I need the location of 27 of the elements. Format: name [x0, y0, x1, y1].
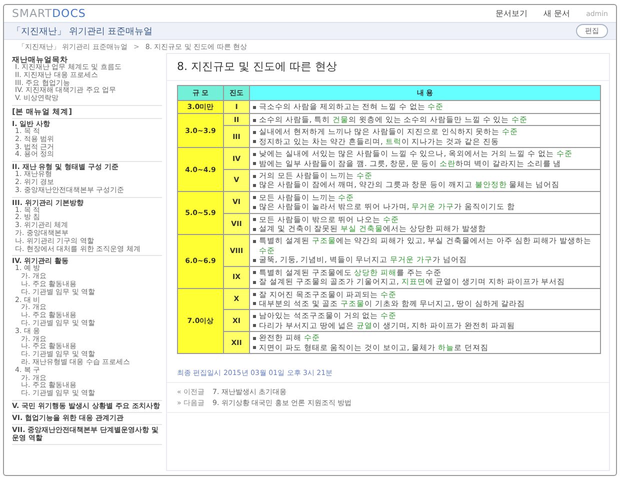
bullet-icon — [253, 106, 256, 109]
bullet-icon — [253, 152, 256, 156]
bullet-icon — [253, 162, 256, 166]
bullet-icon — [253, 293, 256, 296]
bullet-icon — [253, 346, 256, 350]
bullet-icon — [253, 130, 256, 134]
bullet-icon — [253, 271, 256, 274]
bullet-icon — [253, 280, 256, 284]
bullet-icon — [253, 258, 256, 262]
bullet-icon — [253, 118, 256, 122]
bullet-icon — [253, 140, 256, 144]
nav-link[interactable]: 새 문서 — [544, 8, 570, 19]
bullet-icon — [253, 240, 256, 243]
bullet-icon — [253, 314, 256, 318]
document-title: 「지진재난」 위기관리 표준매뉴얼 — [12, 26, 153, 38]
app-logo[interactable]: SMARTDOCS — [12, 8, 86, 19]
bullet-icon — [253, 206, 256, 209]
bullet-icon — [253, 302, 256, 306]
bullet-icon — [253, 184, 256, 187]
bullet-icon — [253, 228, 256, 231]
bullet-icon — [253, 324, 256, 328]
article-title: 8. 지진규모 및 진도에 따른 현상 — [167, 54, 609, 81]
bullet-icon — [253, 336, 256, 340]
bullet-icon — [253, 196, 256, 200]
bullet-icon — [253, 174, 256, 178]
nav-link[interactable]: 문서보기 — [496, 8, 528, 19]
bullet-icon — [253, 218, 256, 222]
